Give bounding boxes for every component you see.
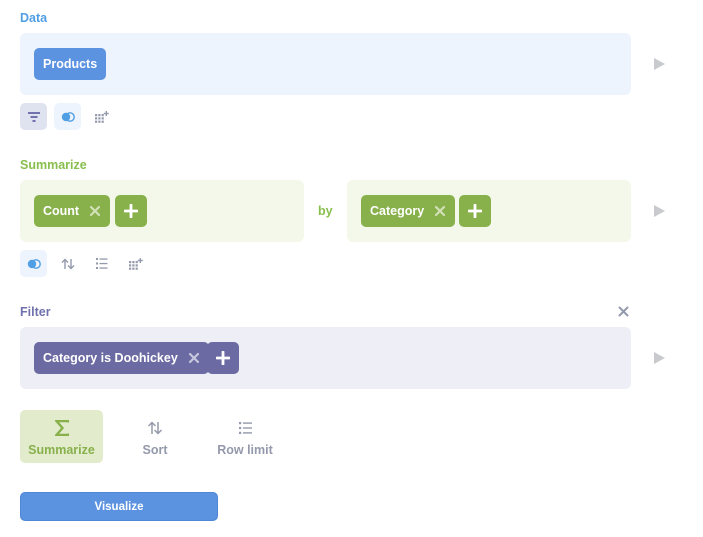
summarize-metrics-box: Count bbox=[20, 180, 304, 242]
summarize-step-title: Summarize bbox=[20, 158, 87, 172]
add-filter-button[interactable] bbox=[207, 342, 239, 374]
summarize-step-play-icon[interactable] bbox=[654, 205, 665, 217]
summarize-action-button[interactable]: Summarize bbox=[20, 410, 103, 463]
join-tool-button[interactable] bbox=[54, 103, 81, 130]
by-label: by bbox=[318, 204, 333, 218]
custom-column-tool-button[interactable] bbox=[88, 103, 115, 130]
sort-icon bbox=[61, 258, 74, 269]
data-step-box: Products bbox=[20, 33, 631, 95]
filter-step-box: Category is Doohickey bbox=[20, 327, 631, 389]
add-breakout-button[interactable] bbox=[459, 195, 491, 227]
filter-step-play-icon[interactable] bbox=[654, 352, 665, 364]
sigma-icon bbox=[54, 420, 69, 436]
row-limit-icon bbox=[95, 258, 107, 269]
custom-column-icon bbox=[128, 257, 143, 270]
filter-tool-button[interactable] bbox=[20, 103, 47, 130]
data-source-label: Products bbox=[43, 57, 98, 71]
metric-pill-count[interactable]: Count bbox=[34, 195, 111, 227]
row-limit-action-button[interactable]: Row limit bbox=[208, 410, 282, 463]
plus-icon bbox=[124, 204, 138, 218]
custom-column-tool-button[interactable] bbox=[122, 250, 149, 277]
join-icon bbox=[27, 258, 41, 269]
sort-icon bbox=[147, 421, 163, 435]
custom-column-icon bbox=[94, 110, 109, 123]
sort-tool-button[interactable] bbox=[54, 250, 81, 277]
data-source-pill[interactable]: Products bbox=[34, 48, 107, 80]
filter-step-title: Filter bbox=[20, 305, 51, 319]
remove-metric-close-icon[interactable] bbox=[89, 205, 101, 217]
plus-icon bbox=[216, 351, 230, 365]
remove-filter-close-icon[interactable] bbox=[188, 352, 200, 364]
sort-action-button[interactable]: Sort bbox=[125, 410, 185, 463]
data-step-play-icon[interactable] bbox=[654, 58, 665, 70]
metric-label: Count bbox=[43, 204, 80, 218]
breakout-label: Category bbox=[370, 204, 425, 218]
join-tool-button[interactable] bbox=[20, 250, 47, 277]
remove-filter-step-close-icon[interactable] bbox=[618, 306, 629, 317]
filter-icon bbox=[27, 111, 40, 122]
breakout-pill-category[interactable]: Category bbox=[361, 195, 456, 227]
sort-action-label: Sort bbox=[142, 443, 168, 457]
filter-label: Category is Doohickey bbox=[43, 351, 178, 365]
row-limit-action-label: Row limit bbox=[217, 443, 273, 457]
summarize-breakout-box: Category bbox=[347, 180, 631, 242]
filter-pill[interactable]: Category is Doohickey bbox=[34, 342, 209, 374]
remove-breakout-close-icon[interactable] bbox=[434, 205, 446, 217]
join-icon bbox=[61, 111, 75, 122]
row-limit-icon bbox=[238, 422, 252, 434]
data-step-title: Data bbox=[20, 11, 48, 25]
summarize-action-label: Summarize bbox=[28, 443, 95, 457]
plus-icon bbox=[468, 204, 482, 218]
row-limit-tool-button[interactable] bbox=[88, 250, 115, 277]
visualize-button[interactable]: Visualize bbox=[20, 492, 218, 521]
add-metric-button[interactable] bbox=[115, 195, 147, 227]
